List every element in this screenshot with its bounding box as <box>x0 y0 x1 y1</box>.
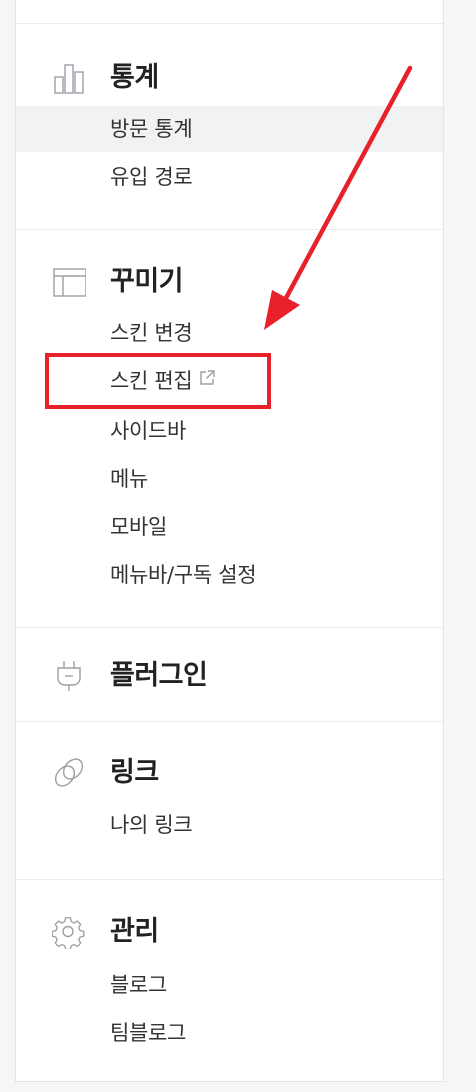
menu-item-mobile[interactable]: 모바일 <box>16 504 443 550</box>
section-header-link[interactable]: 링크 <box>16 752 443 792</box>
plug-icon <box>52 659 86 693</box>
section-title-plugin: 플러그인 <box>110 660 208 691</box>
section-divider <box>16 721 443 722</box>
annotation-highlight-box <box>45 353 271 409</box>
section-divider <box>16 229 443 230</box>
section-divider <box>16 879 443 880</box>
link-icon <box>52 756 86 790</box>
section-title-stats: 통계 <box>110 62 159 93</box>
section-header-customize[interactable]: 꾸미기 <box>16 261 443 301</box>
section-title-link: 링크 <box>110 757 159 788</box>
menu-item-blog[interactable]: 블로그 <box>16 962 443 1008</box>
bar-chart-icon <box>52 61 86 95</box>
section-divider <box>16 627 443 628</box>
section-header-manage[interactable]: 관리 <box>16 911 443 951</box>
menu-item-menu[interactable]: 메뉴 <box>16 456 443 502</box>
menu-item-menubar-subscribe[interactable]: 메뉴바/구독 설정 <box>16 552 443 598</box>
menu-item-sidebar[interactable]: 사이드바 <box>16 408 443 454</box>
section-title-manage: 관리 <box>110 916 159 947</box>
menu-item-team-blog[interactable]: 팀블로그 <box>16 1010 443 1056</box>
layout-icon <box>52 265 86 299</box>
menu-item-my-links[interactable]: 나의 링크 <box>16 802 443 848</box>
section-header-plugin[interactable]: 플러그인 <box>16 655 443 695</box>
section-header-stats[interactable]: 통계 <box>16 57 443 97</box>
menu-item-skin-change[interactable]: 스킨 변경 <box>16 310 443 356</box>
menu-item-referrer[interactable]: 유입 경로 <box>16 154 443 200</box>
settings-sidebar: 통계 방문 통계 유입 경로 꾸미기 스킨 변경 스킨 편집 사이드바 메뉴 모… <box>15 0 444 1082</box>
section-divider <box>16 23 443 24</box>
section-title-customize: 꾸미기 <box>110 266 184 297</box>
gear-icon <box>52 915 86 949</box>
menu-item-visit-stats[interactable]: 방문 통계 <box>16 106 443 152</box>
